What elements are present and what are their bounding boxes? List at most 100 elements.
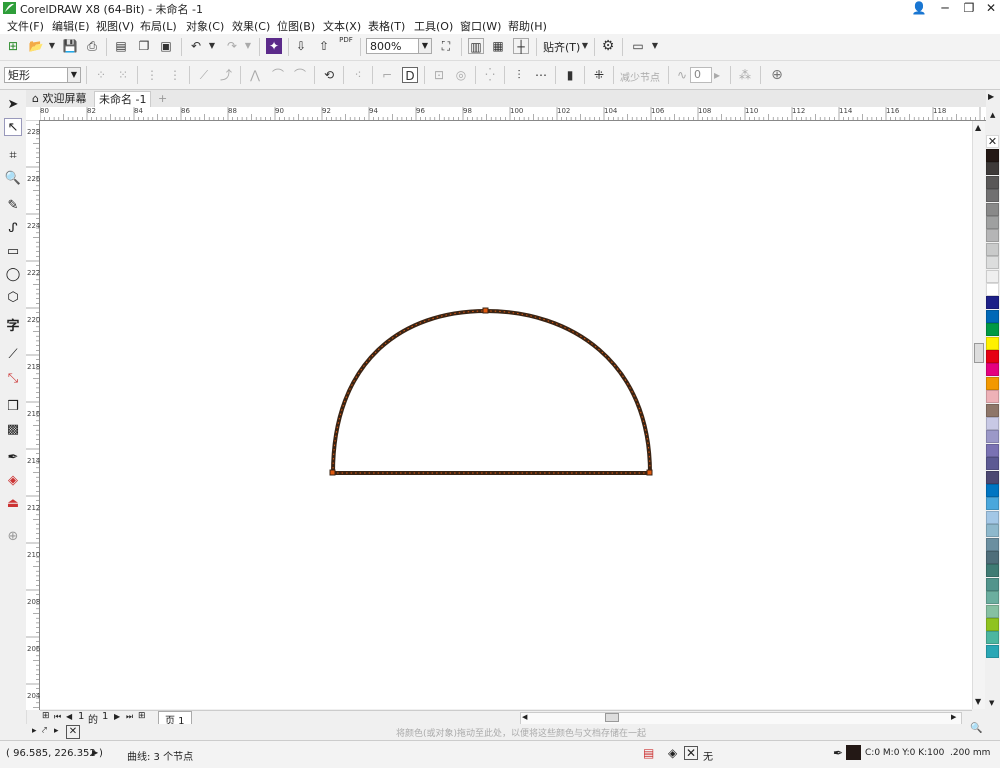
color-swatch[interactable] [986, 283, 999, 296]
crop-tool-icon[interactable]: ⌗ [4, 147, 22, 165]
h-scroll-thumb[interactable] [605, 713, 619, 722]
menu-edit[interactable]: 编辑(E) [52, 18, 90, 34]
scroll-right-icon[interactable]: ▶ [951, 713, 956, 721]
color-swatch[interactable] [986, 577, 999, 591]
drawing-canvas[interactable] [40, 121, 972, 709]
redo-icon[interactable]: ↷ [224, 38, 240, 54]
add-page-before-icon[interactable]: ⊞ [42, 711, 50, 721]
full-screen-icon[interactable]: ⛶ [438, 38, 454, 54]
menu-table[interactable]: 表格(T) [368, 18, 405, 34]
paste-icon[interactable]: ▣ [158, 38, 174, 54]
color-swatch[interactable] [986, 591, 999, 605]
undo-icon[interactable]: ↶ [188, 38, 204, 54]
cut-icon[interactable]: ▤ [113, 38, 129, 54]
smooth-node-icon[interactable]: ⌒ [270, 67, 286, 83]
palette-options-icon[interactable]: ▸ [32, 726, 37, 736]
palette-menu-icon[interactable]: ▸ [54, 726, 59, 736]
tab-welcome[interactable]: ⌂ 欢迎屏幕 [28, 91, 90, 107]
color-swatch[interactable] [986, 229, 999, 243]
menu-tools[interactable]: 工具(O) [414, 18, 453, 34]
color-swatch[interactable] [986, 363, 999, 377]
open-icon[interactable]: 📂 [28, 38, 44, 54]
color-swatch[interactable] [986, 497, 999, 511]
ellipse-tool-icon[interactable]: ◯ [4, 266, 22, 284]
rectangle-tool-icon[interactable]: ▭ [4, 243, 22, 261]
elastic-mode-icon[interactable]: ▮ [562, 67, 578, 83]
color-swatch[interactable] [986, 390, 999, 404]
search-content-icon[interactable]: ✦ [266, 38, 282, 54]
previous-page-icon[interactable]: ◀ [66, 712, 72, 721]
color-swatch[interactable] [986, 417, 999, 430]
palette-scroll-up-icon[interactable]: ▲ [990, 111, 995, 119]
extend-curve-icon[interactable]: ⁖ [350, 67, 366, 83]
color-swatch[interactable] [986, 269, 999, 283]
connector-tool-icon[interactable]: ⤡ [4, 370, 22, 388]
align-nodes-icon[interactable]: ⁛ [482, 67, 498, 83]
user-icon[interactable]: 👤 [908, 0, 930, 16]
cusp-node-icon[interactable]: ⋀ [247, 67, 263, 83]
menu-file[interactable]: 文件(F) [7, 18, 44, 34]
zoom-navigator-icon[interactable]: 🔍 [970, 723, 982, 734]
status-expand-icon[interactable]: ▶ [92, 748, 98, 757]
close-curve-icon[interactable]: D [402, 67, 418, 83]
eyedropper-icon[interactable]: ✒ [4, 449, 22, 467]
color-swatch[interactable] [986, 470, 999, 484]
minimize-button[interactable]: ─ [934, 0, 956, 16]
color-swatch[interactable] [986, 296, 999, 310]
curve-smoothness-input[interactable]: 0 [690, 67, 712, 83]
delete-node-icon[interactable]: ⁙ [115, 67, 131, 83]
tabs-scroll-right-icon[interactable]: ▶ [988, 92, 994, 101]
color-swatch[interactable] [986, 350, 999, 363]
application-launcher-icon[interactable]: ▭ [630, 38, 646, 54]
shape-tool-icon[interactable]: ↖ [4, 118, 22, 136]
color-swatch[interactable] [986, 524, 999, 538]
palette-scroll-down-icon[interactable]: ▼ [989, 699, 994, 707]
zoom-tool-icon[interactable]: 🔍 [4, 170, 22, 188]
node-handle[interactable] [482, 307, 489, 314]
reverse-direction-icon[interactable]: ⟲ [321, 67, 337, 83]
shape-type-select[interactable]: 矩形 ▼ [4, 67, 81, 83]
color-swatch[interactable] [986, 403, 999, 417]
break-curve-icon[interactable]: ⋮ [167, 67, 183, 83]
restore-button[interactable]: ❐ [958, 0, 980, 16]
vertical-scrollbar[interactable]: ▲ ▼ [972, 121, 986, 709]
parallel-dimension-icon[interactable]: ⟋ [4, 346, 22, 364]
color-swatch[interactable] [986, 216, 999, 229]
menu-help[interactable]: 帮助(H) [508, 18, 547, 34]
color-swatch[interactable] [986, 336, 999, 350]
extract-subpath-icon[interactable]: ⌐ [379, 67, 395, 83]
color-swatch[interactable] [986, 604, 999, 618]
export-icon[interactable]: ⇧ [316, 38, 332, 54]
menu-window[interactable]: 窗口(W) [460, 18, 501, 34]
next-page-icon[interactable]: ▶ [114, 712, 120, 721]
rotate-nodes-icon[interactable]: ◎ [453, 67, 469, 83]
zoom-level-select[interactable]: 800% ▼ [366, 38, 432, 54]
print-icon[interactable]: ⎙ [84, 38, 100, 54]
semicircle-shape[interactable] [330, 308, 653, 475]
new-tab-icon[interactable]: + [154, 91, 171, 107]
add-icon[interactable]: ⊕ [769, 67, 785, 83]
snap-to-button[interactable]: 贴齐(T) [543, 39, 580, 55]
menu-object[interactable]: 对象(C) [186, 18, 224, 34]
color-swatch[interactable] [986, 256, 999, 270]
add-page-after-icon[interactable]: ⊞ [138, 711, 146, 721]
color-swatch[interactable] [986, 484, 999, 497]
undo-dropdown-icon[interactable]: ▼ [204, 38, 220, 54]
first-page-icon[interactable]: ⏮ [54, 712, 61, 722]
color-swatch[interactable] [986, 376, 999, 390]
show-grid-icon[interactable]: ▦ [490, 38, 506, 54]
copy-icon[interactable]: ❐ [136, 38, 152, 54]
color-swatch[interactable] [986, 537, 999, 551]
polygon-tool-icon[interactable]: ⬡ [4, 289, 22, 307]
mirror-horizontal-icon[interactable]: ⫶ [511, 67, 527, 83]
color-swatch[interactable] [986, 189, 999, 203]
node-handle[interactable] [329, 469, 336, 476]
join-nodes-icon[interactable]: ⋮ [144, 67, 160, 83]
publish-pdf-icon[interactable]: PDF [338, 36, 354, 52]
show-rulers-icon[interactable]: ▥ [468, 38, 484, 54]
drawing-surface[interactable] [40, 121, 972, 709]
color-swatch[interactable] [986, 202, 999, 216]
show-guidelines-icon[interactable]: ┼ [513, 38, 529, 54]
artistic-media-icon[interactable]: ᔑ [4, 220, 22, 238]
interactive-fill-icon[interactable]: ◈ [4, 472, 22, 490]
